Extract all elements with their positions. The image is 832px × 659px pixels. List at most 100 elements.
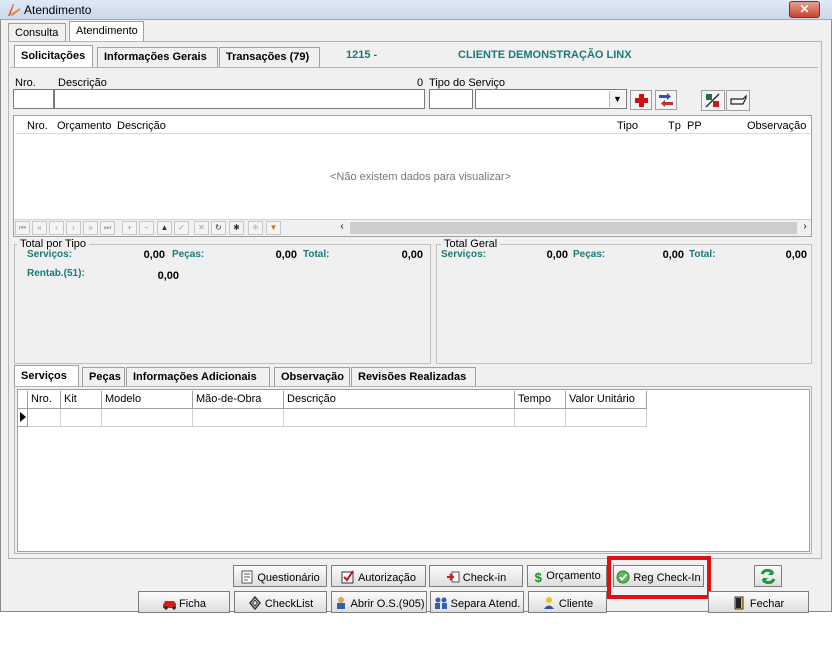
orcamento-button[interactable]: $ Orçamento: [527, 565, 607, 587]
checklist-label: CheckList: [264, 598, 314, 610]
svc-col-mao-de-obra[interactable]: Mão-de-Obra: [193, 391, 284, 409]
tab-informacoes-gerais[interactable]: Informações Gerais: [97, 47, 218, 67]
reg-checkin-button[interactable]: Reg Check-In: [613, 565, 704, 587]
nav-goto-bookmark-icon[interactable]: ✳: [248, 221, 263, 235]
cliente-button[interactable]: Cliente: [528, 591, 607, 613]
questionario-button[interactable]: Questionário: [233, 565, 327, 587]
tab-revisoes-realizadas[interactable]: Revisões Realizadas: [351, 367, 476, 387]
separate-people-icon: [434, 597, 447, 609]
car-icon: [163, 601, 177, 610]
tab-pecas[interactable]: Peças: [82, 367, 125, 387]
tab-servicos-label: Serviços: [21, 370, 67, 382]
person-icon: [543, 597, 554, 609]
fechar-label: Fechar: [749, 598, 785, 610]
nav-prev-page-icon[interactable]: «: [32, 221, 47, 235]
col-tipo[interactable]: Tipo: [617, 120, 638, 132]
transfer-button[interactable]: [655, 90, 677, 110]
tools-button[interactable]: [701, 90, 725, 111]
tipo-servico-code-input[interactable]: [429, 89, 473, 109]
svc-col-tempo[interactable]: Tempo: [515, 391, 566, 409]
scroll-left-icon[interactable]: ‹: [335, 221, 349, 235]
grid-header-divider: [16, 133, 810, 134]
app-logo-icon: [8, 4, 20, 16]
descricao-input[interactable]: [54, 89, 425, 109]
tab-informacoes-adicionais-label: Informações Adicionais: [133, 371, 257, 383]
checkin-button[interactable]: Check-in: [429, 565, 523, 587]
tab-atendimento-label: Atendimento: [76, 25, 138, 37]
renault-logo-icon: [248, 596, 261, 610]
nav-bookmark-icon[interactable]: ✱: [229, 221, 244, 235]
svc-cell-kit[interactable]: [61, 409, 102, 427]
autorizacao-button[interactable]: Autorização: [331, 565, 426, 587]
title-bar: [0, 0, 832, 20]
col-descricao[interactable]: Descrição: [117, 120, 166, 132]
svc-cell-nro[interactable]: [28, 409, 61, 427]
col-observacao[interactable]: Observação: [747, 120, 806, 132]
tipo-servico-select[interactable]: ▼: [475, 89, 627, 109]
autorizacao-label: Autorização: [357, 572, 417, 584]
count-label: 0: [417, 77, 424, 89]
horizontal-scrollbar-thumb[interactable]: [350, 222, 797, 234]
nav-delete-icon[interactable]: −: [139, 221, 154, 235]
ficha-label: Ficha: [179, 598, 206, 610]
nav-cancel-icon[interactable]: ✕: [194, 221, 209, 235]
svc-col-valor-unitario[interactable]: Valor Unitário: [566, 391, 647, 409]
fechar-button[interactable]: Fechar: [708, 591, 809, 613]
nav-filter-icon[interactable]: ▼: [266, 221, 281, 235]
scroll-right-icon[interactable]: ›: [799, 221, 811, 235]
chevron-down-icon[interactable]: ▼: [609, 91, 625, 107]
refresh-button[interactable]: [754, 565, 782, 587]
tab-transacoes[interactable]: Transações (79): [219, 47, 320, 67]
tipo-servico-label: Tipo do Serviço: [429, 77, 506, 89]
geral-pecas-value: 0,00: [662, 249, 684, 261]
checklist-button[interactable]: CheckList: [234, 591, 327, 613]
geral-total-value: 0,00: [785, 249, 807, 261]
nav-refresh-icon[interactable]: ↻: [211, 221, 226, 235]
total-label: Total:: [303, 249, 330, 260]
pecas-label: Peças:: [172, 249, 205, 260]
green-check-circle-icon: [616, 570, 630, 584]
col-tp[interactable]: Tp: [668, 120, 681, 132]
tab-consulta[interactable]: Consulta: [8, 23, 66, 41]
tab-consulta-label: Consulta: [15, 27, 59, 39]
abrir-os-button[interactable]: Abrir O.S.(905): [331, 591, 427, 613]
tab-informacoes-adicionais[interactable]: Informações Adicionais: [126, 367, 270, 387]
tab-revisoes-realizadas-label: Revisões Realizadas: [358, 371, 467, 383]
svc-cell-mao-de-obra[interactable]: [193, 409, 284, 427]
svc-col-nro[interactable]: Nro.: [28, 391, 61, 409]
tab-solicitacoes[interactable]: Solicitações: [14, 45, 93, 67]
separa-atend-button[interactable]: Separa Atend.: [430, 591, 524, 613]
svc-col-kit[interactable]: Kit: [61, 391, 102, 409]
nav-next-icon[interactable]: ›: [66, 221, 81, 235]
col-pp[interactable]: PP: [687, 120, 702, 132]
transfer-icon: [659, 93, 673, 107]
tab-servicos[interactable]: Serviços: [14, 365, 79, 387]
svc-cell-tempo[interactable]: [515, 409, 566, 427]
ficha-button[interactable]: Ficha: [138, 591, 230, 613]
checkbox-check-icon: [341, 570, 354, 584]
nav-first-icon[interactable]: ⏮: [15, 221, 30, 235]
svc-col-modelo[interactable]: Modelo: [102, 391, 193, 409]
add-service-button[interactable]: [630, 90, 652, 110]
refresh-icon: [760, 568, 776, 585]
tab-atendimento[interactable]: Atendimento: [69, 21, 144, 41]
close-button[interactable]: ✕: [789, 1, 820, 18]
col-nro[interactable]: Nro.: [27, 120, 48, 132]
svc-cell-descricao[interactable]: [284, 409, 515, 427]
svc-col-descricao[interactable]: Descrição: [284, 391, 515, 409]
col-orcamento[interactable]: Orçamento: [57, 120, 111, 132]
nav-post-icon[interactable]: ✓: [174, 221, 189, 235]
nro-input[interactable]: [13, 89, 54, 109]
nav-next-page-icon[interactable]: »: [83, 221, 98, 235]
svc-cell-modelo[interactable]: [102, 409, 193, 427]
nav-prev-icon[interactable]: ‹: [49, 221, 64, 235]
rentab-value: 0,00: [157, 270, 179, 282]
nav-insert-icon[interactable]: +: [122, 221, 137, 235]
svc-cell-valor-unitario[interactable]: [566, 409, 647, 427]
row-indicator-header: [18, 391, 28, 409]
client-code: 1215 -: [346, 49, 378, 61]
nav-last-icon[interactable]: ⏭: [100, 221, 115, 235]
tab-observacao[interactable]: Observação: [274, 367, 350, 387]
nav-up-icon[interactable]: ▲: [157, 221, 172, 235]
oil-button[interactable]: [726, 90, 750, 111]
